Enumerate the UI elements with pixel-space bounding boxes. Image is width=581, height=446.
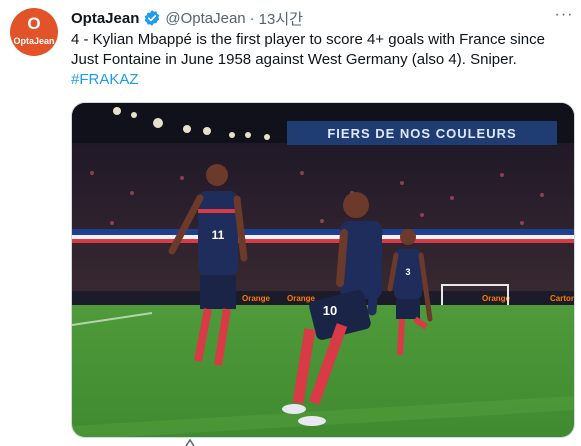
- ad-board-1: Orange: [242, 294, 271, 303]
- tweet-header: OptaJean @OptaJean · 13시간: [71, 8, 303, 28]
- timestamp[interactable]: 13시간: [259, 8, 303, 29]
- ad-board-3: Orange: [482, 294, 511, 303]
- avatar-logo-mark: O: [27, 14, 41, 33]
- jersey-number-center: 10: [323, 303, 337, 318]
- ad-board-2: Orange: [287, 294, 316, 303]
- jersey-number-left: 11: [212, 228, 225, 242]
- more-options-icon[interactable]: ···: [553, 7, 575, 28]
- hashtag-link[interactable]: #FRAKAZ: [71, 71, 139, 88]
- display-name[interactable]: OptaJean: [71, 10, 139, 27]
- tweet-photo[interactable]: FIERS DE NOS COULEURS Orange Orange Oran…: [71, 102, 575, 438]
- avatar[interactable]: O OptaJean: [10, 8, 58, 56]
- jersey-number-right: 3: [405, 267, 410, 277]
- stadium-banner-text: FIERS DE NOS COULEURS: [327, 126, 516, 141]
- ad-board-4: Carton: [550, 294, 575, 303]
- reply-icon-hint: [185, 438, 195, 446]
- handle[interactable]: @OptaJean: [165, 10, 245, 27]
- avatar-logo-text: OptaJean: [13, 36, 55, 46]
- tweet-text: 4 - Kylian Mbappé is the first player to…: [71, 30, 566, 90]
- verified-badge-icon: [143, 9, 161, 27]
- separator-dot: ·: [249, 9, 255, 27]
- tweet-body: 4 - Kylian Mbappé is the first player to…: [71, 31, 545, 68]
